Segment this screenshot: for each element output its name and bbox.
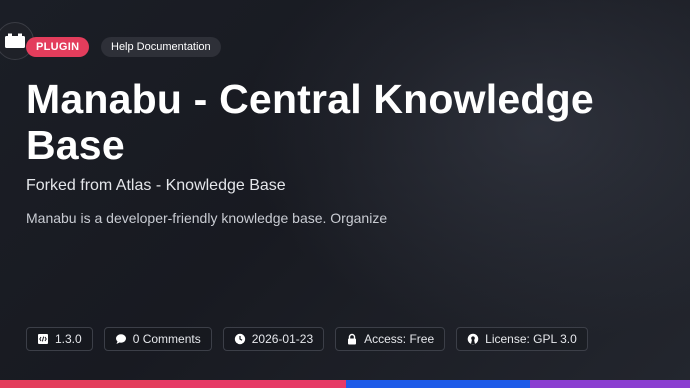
access-chip: Access: Free [335,327,446,351]
lock-icon [346,333,358,345]
bar-segment [0,380,160,388]
page-subtitle: Forked from Atlas - Knowledge Base [26,177,286,194]
meta-info-row: 1.3.0 0 Comments 2026-01-23 Access: Free… [26,327,588,351]
comments-chip[interactable]: 0 Comments [103,327,212,351]
date-label: 2026-01-23 [251,332,314,346]
page-description: Manabu is a developer-friendly knowledge… [26,210,388,226]
license-chip: License: GPL 3.0 [456,327,588,351]
clock-icon [234,333,246,345]
license-label: License: GPL 3.0 [485,332,577,346]
category-badge[interactable]: Help Documentation [101,37,221,57]
chat-bubble-icon [115,333,127,345]
bar-segment [346,380,530,388]
hero-banner: PLUGIN Help Documentation Manabu - Centr… [0,0,690,388]
version-chip: 1.3.0 [26,327,93,351]
date-chip: 2026-01-23 [222,327,325,351]
bottom-color-bar [0,380,690,388]
page-title: Manabu - Central Knowledge Base [26,76,594,168]
open-source-icon [467,333,479,345]
bar-segment [530,380,690,388]
comments-label: 0 Comments [132,332,201,346]
plugin-badge: PLUGIN [26,37,90,57]
bar-segment [160,380,346,388]
code-file-icon [37,333,49,345]
version-label: 1.3.0 [55,332,82,346]
access-label: Access: Free [364,332,435,346]
